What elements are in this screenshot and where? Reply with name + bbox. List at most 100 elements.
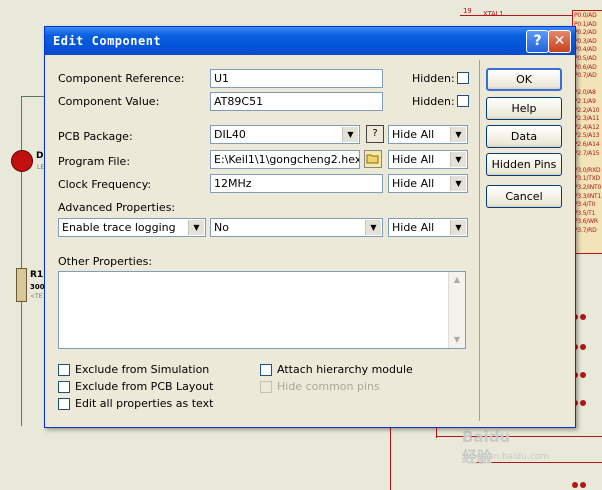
component-reference-input[interactable]: U1 bbox=[210, 69, 383, 88]
close-button[interactable]: ✕ bbox=[548, 30, 571, 53]
exclude-simulation-checkbox[interactable] bbox=[58, 364, 70, 376]
properties-panel: Component Reference: U1 Hidden: Componen… bbox=[53, 60, 480, 421]
chip-pin-label: P3.4/T0 bbox=[574, 201, 596, 209]
chip-pin-label: P0.0/AD bbox=[574, 12, 597, 19]
browse-button[interactable] bbox=[364, 150, 382, 168]
chip-pin-label: P0.6/AD bbox=[574, 63, 597, 71]
chip-pin-label: P3.0/RXD bbox=[574, 166, 601, 174]
chip-pin-label: P0.5/AD bbox=[574, 55, 597, 62]
other-properties-text bbox=[59, 272, 465, 276]
pcb-package-value: DIL40 bbox=[214, 128, 246, 141]
chip-pin-label: P3.6/WR bbox=[574, 218, 598, 226]
advanced-value: No bbox=[214, 221, 229, 234]
chevron-down-icon[interactable]: ▼ bbox=[365, 220, 381, 235]
chip-pin-label: P2.6/A14 bbox=[574, 141, 600, 148]
chip-pin-label: P2.2/A10 bbox=[574, 106, 600, 114]
pcb-package-label: PCB Package: bbox=[58, 130, 133, 143]
hide-common-pins-label: Hide common pins bbox=[277, 380, 380, 393]
value-hidden-label: Hidden: bbox=[412, 95, 455, 108]
resistor-component[interactable] bbox=[16, 268, 27, 302]
chip-pin-label: P0.4/AD bbox=[574, 46, 597, 54]
exclude-pcb-label: Exclude from PCB Layout bbox=[75, 380, 214, 393]
title-bar[interactable]: Edit Component ? ✕ bbox=[45, 27, 575, 55]
attach-hierarchy-label: Attach hierarchy module bbox=[277, 363, 413, 376]
exclude-pcb-checkbox[interactable] bbox=[58, 381, 70, 393]
clock-frequency-label: Clock Frequency: bbox=[58, 178, 152, 191]
chevron-down-icon[interactable]: ▼ bbox=[450, 220, 466, 235]
help-title-button[interactable]: ? bbox=[526, 30, 549, 53]
chip-pin-label: P2.4/A12 bbox=[574, 123, 600, 131]
junction bbox=[580, 400, 586, 406]
chip-pin-label: P0.1/AD bbox=[574, 20, 597, 28]
component-value-label: Component Value: bbox=[58, 95, 160, 108]
chevron-down-icon[interactable]: ▼ bbox=[450, 127, 466, 142]
attach-hierarchy-checkbox[interactable] bbox=[260, 364, 272, 376]
net-number: 19 bbox=[463, 7, 472, 15]
clock-frequency-visibility-select[interactable]: Hide All ▼ bbox=[388, 174, 468, 193]
led-component[interactable] bbox=[11, 150, 33, 172]
advanced-property-select[interactable]: Enable trace logging ▼ bbox=[58, 218, 206, 237]
chip-pin-label: P3.3/INT1 bbox=[574, 192, 602, 200]
help-button[interactable]: Help bbox=[486, 97, 562, 120]
value-hidden-checkbox[interactable] bbox=[457, 95, 469, 107]
dialog-title: Edit Component bbox=[53, 34, 162, 48]
wire bbox=[21, 96, 45, 97]
ok-button[interactable]: OK bbox=[486, 68, 562, 91]
component-reference-label: Component Reference: bbox=[58, 72, 185, 85]
resistor-value: 300 bbox=[30, 283, 45, 291]
advanced-visibility-select[interactable]: Hide All ▼ bbox=[388, 218, 468, 237]
visibility-value: Hide All bbox=[392, 153, 435, 166]
scroll-up-icon[interactable]: ▲ bbox=[449, 272, 465, 288]
chevron-down-icon[interactable]: ▼ bbox=[342, 127, 358, 142]
wire bbox=[436, 436, 602, 437]
folder-icon bbox=[366, 154, 379, 164]
chip-pin-label: P3.1/TXD bbox=[574, 175, 600, 183]
program-file-input[interactable]: E:\Keil1\1\gongcheng2.hex bbox=[210, 150, 360, 169]
advanced-value-select[interactable]: No ▼ bbox=[210, 218, 383, 237]
reference-hidden-checkbox[interactable] bbox=[457, 72, 469, 84]
wire bbox=[460, 15, 572, 16]
chip-pin-label: P3.2/INT0 bbox=[574, 184, 602, 191]
clock-frequency-input[interactable]: 12MHz bbox=[210, 174, 383, 193]
cancel-button[interactable]: Cancel bbox=[486, 185, 562, 208]
program-file-label: Program File: bbox=[58, 155, 131, 168]
chip-pin-label: P2.5/A13 bbox=[574, 132, 600, 140]
led-label: D bbox=[36, 151, 44, 161]
vertical-scrollbar[interactable]: ▲ ▼ bbox=[448, 272, 465, 348]
reference-hidden-label: Hidden: bbox=[412, 72, 455, 85]
program-file-visibility-select[interactable]: Hide All ▼ bbox=[388, 150, 468, 169]
edit-as-text-checkbox[interactable] bbox=[58, 398, 70, 410]
chip-pin-label: P3.7/RD bbox=[574, 227, 597, 234]
chevron-down-icon[interactable]: ▼ bbox=[450, 152, 466, 167]
hide-common-pins-checkbox bbox=[260, 381, 272, 393]
chip-pin-label: P2.3/A11 bbox=[574, 115, 600, 123]
pcb-package-visibility-select[interactable]: Hide All ▼ bbox=[388, 125, 468, 144]
visibility-value: Hide All bbox=[392, 177, 435, 190]
other-properties-textarea[interactable]: ▲ ▼ bbox=[58, 271, 466, 349]
data-button[interactable]: Data bbox=[486, 125, 562, 148]
chip-pin-label: P3.5/T1 bbox=[574, 209, 596, 217]
junction bbox=[580, 344, 586, 350]
chevron-down-icon[interactable]: ▼ bbox=[188, 220, 204, 235]
other-properties-label: Other Properties: bbox=[58, 255, 153, 268]
chip-pin-label: P2.0/A8 bbox=[574, 89, 596, 97]
advanced-properties-label: Advanced Properties: bbox=[58, 201, 176, 214]
edit-as-text-label: Edit all properties as text bbox=[75, 397, 214, 410]
resistor-sublabel: <TE bbox=[30, 293, 43, 300]
wire bbox=[21, 96, 22, 426]
visibility-value: Hide All bbox=[392, 128, 435, 141]
scroll-down-icon[interactable]: ▼ bbox=[449, 332, 465, 348]
chevron-down-icon[interactable]: ▼ bbox=[450, 176, 466, 191]
watermark-url: jingyan.baidu.com bbox=[466, 452, 550, 462]
pcb-package-select[interactable]: DIL40 ▼ bbox=[210, 125, 360, 144]
visibility-value: Hide All bbox=[392, 221, 435, 234]
advanced-property-value: Enable trace logging bbox=[62, 221, 176, 234]
chip-pin-label: P2.7/A15 bbox=[574, 149, 600, 157]
hidden-pins-button[interactable]: Hidden Pins bbox=[486, 153, 562, 176]
chip-pin-label: P0.7/AD bbox=[574, 72, 597, 80]
resistor-label: R1 bbox=[30, 270, 44, 280]
component-value-input[interactable]: AT89C51 bbox=[210, 92, 383, 111]
junction bbox=[580, 314, 586, 320]
package-help-button[interactable]: ? bbox=[366, 125, 384, 143]
chip-pin-label: P0.2/AD bbox=[574, 29, 597, 37]
